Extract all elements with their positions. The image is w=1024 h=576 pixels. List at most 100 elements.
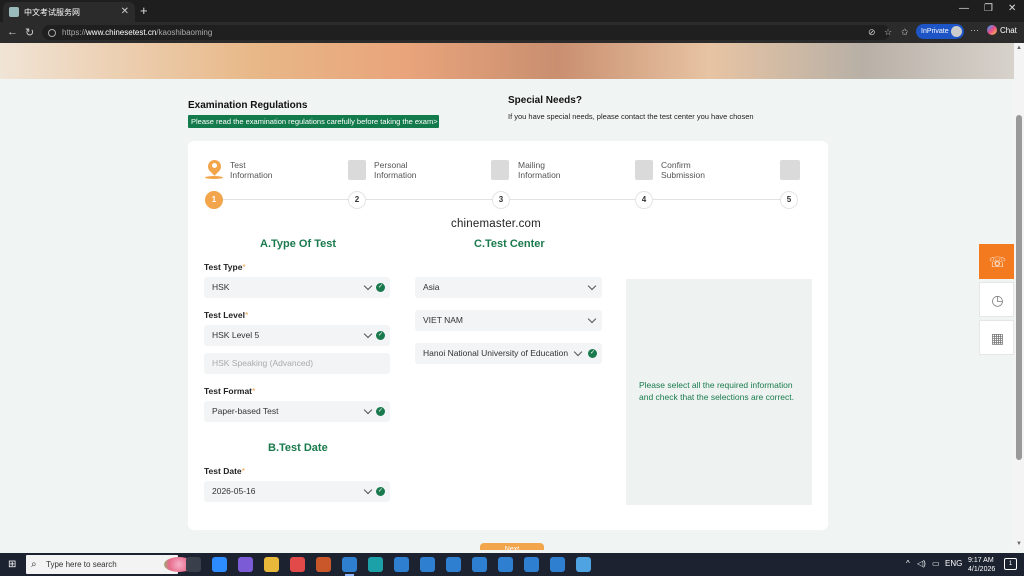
type-of-test-title: A.Type Of Test: [260, 238, 336, 250]
inprivate-badge[interactable]: InPrivate: [916, 24, 964, 39]
customer-service-button[interactable]: ☏: [979, 244, 1014, 279]
step-3-number[interactable]: 3: [492, 191, 510, 209]
monitor-check-icon: [780, 160, 800, 180]
new-tab-button[interactable]: +: [140, 3, 148, 18]
taskbar-search[interactable]: ⌕ Type here to search: [26, 555, 194, 574]
speaking-test-select: HSK Speaking (Advanced): [204, 353, 390, 374]
more-menu-icon[interactable]: ···: [970, 25, 979, 35]
copilot-icon: [987, 25, 997, 35]
taskbar-app-icon[interactable]: [498, 557, 513, 572]
url-host: www.chinesetest.cn: [86, 28, 157, 37]
test-format-label: Test Format*: [204, 386, 256, 396]
taskbar-app-icon[interactable]: [394, 557, 409, 572]
test-type-select[interactable]: HSK ✓: [204, 277, 390, 298]
check-icon: ✓: [376, 407, 385, 416]
chat-button[interactable]: Chat: [987, 25, 1017, 35]
url-scheme: https://: [62, 28, 87, 37]
test-center-select[interactable]: Hanoi National University of Education ✓: [415, 343, 602, 364]
location-pin-icon: [205, 157, 224, 180]
taskbar-app-icon[interactable]: [472, 557, 487, 572]
personal-form-icon: [348, 160, 366, 180]
chevron-down-icon: [363, 281, 373, 291]
taskbar-app-icon[interactable]: [524, 557, 539, 572]
windows-taskbar: ⊞ ⌕ Type here to search ^ ◁) ▭ ENG 9:17 …: [0, 553, 1024, 576]
chevron-down-icon: [587, 314, 597, 324]
favorite-star-icon[interactable]: ☆: [884, 27, 892, 38]
taskbar-app-icon[interactable]: [446, 557, 461, 572]
qr-code-button[interactable]: ▦: [979, 320, 1014, 355]
taskbar-app-icon[interactable]: [316, 557, 331, 572]
history-button[interactable]: ◷: [979, 282, 1014, 317]
test-center-title: C.Test Center: [474, 238, 545, 250]
scroll-down-icon[interactable]: ▼: [1016, 541, 1022, 547]
country-select[interactable]: VIET NAM: [415, 310, 602, 331]
browser-titlebar: 中文考试服务网 ✕ + — ❐ ✕: [0, 0, 1024, 22]
taskbar-app-icon[interactable]: [264, 557, 279, 572]
favorites-icon[interactable]: ✩: [901, 27, 909, 38]
test-level-select[interactable]: HSK Level 5 ✓: [204, 325, 390, 346]
scroll-up-icon[interactable]: ▲: [1016, 45, 1022, 51]
headset-icon: ☏: [988, 254, 1007, 270]
special-needs-title: Special Needs?: [508, 95, 582, 106]
tab-title: 中文考试服务网: [24, 7, 80, 17]
notification-badge[interactable]: 1: [1004, 558, 1017, 570]
step-1-number[interactable]: 1: [205, 191, 223, 209]
document-check-icon: [635, 160, 653, 180]
restore-button[interactable]: ❐: [984, 3, 993, 14]
step-5-number[interactable]: 5: [780, 191, 798, 209]
check-icon: ✓: [376, 331, 385, 340]
chat-label: Chat: [1000, 25, 1017, 35]
taskbar-app-icon[interactable]: [186, 557, 201, 572]
test-level-label: Test Level*: [204, 310, 249, 320]
scroll-thumb[interactable]: [1016, 115, 1022, 460]
chevron-down-icon: [587, 281, 597, 291]
tracking-icon[interactable]: ⊘: [868, 27, 876, 38]
network-icon[interactable]: ▭: [932, 559, 940, 568]
chevron-down-icon: [573, 347, 583, 357]
avatar: [951, 26, 962, 37]
windows-start-icon[interactable]: ⊞: [8, 559, 16, 570]
chevron-down-icon: [363, 405, 373, 415]
search-icon: ⌕: [31, 559, 37, 570]
check-icon: ✓: [376, 283, 385, 292]
taskbar-app-icon[interactable]: [212, 557, 227, 572]
taskbar-app-icon[interactable]: [550, 557, 565, 572]
browser-tab[interactable]: 中文考试服务网 ✕: [3, 2, 135, 22]
tray-chevron-icon[interactable]: ^: [906, 559, 910, 568]
step-2-label: Personal Information: [374, 160, 417, 180]
step-2-number[interactable]: 2: [348, 191, 366, 209]
test-format-select[interactable]: Paper-based Test ✓: [204, 401, 390, 422]
page-scrollbar[interactable]: ▲ ▼: [1014, 43, 1024, 550]
region-select[interactable]: Asia: [415, 277, 602, 298]
lock-icon: [48, 28, 56, 37]
speaker-icon[interactable]: ◁): [917, 559, 926, 568]
taskbar-app-icon[interactable]: [420, 557, 435, 572]
language-indicator[interactable]: ENG: [945, 559, 962, 568]
minimize-button[interactable]: —: [959, 3, 969, 14]
taskbar-app-icon[interactable]: [342, 557, 357, 576]
taskbar-app-icon[interactable]: [368, 557, 383, 572]
qr-code-icon: ▦: [990, 330, 1005, 346]
tab-close-icon[interactable]: ✕: [121, 6, 129, 17]
back-arrow-icon[interactable]: ←: [7, 26, 18, 38]
step-4-label: Confirm Submission: [661, 160, 705, 180]
next-button[interactable]: Next: [480, 543, 544, 550]
clock-icon: ◷: [991, 292, 1004, 308]
taskbar-app-icon[interactable]: [576, 557, 591, 572]
url-path: /kaoshibaoming: [156, 28, 213, 37]
taskbar-app-icon[interactable]: [290, 557, 305, 572]
regulations-link[interactable]: Please read the examination regulations …: [188, 115, 439, 128]
chevron-down-icon: [363, 485, 373, 495]
test-date-select[interactable]: 2026-05-16 ✓: [204, 481, 390, 502]
refresh-icon[interactable]: ↻: [25, 26, 34, 39]
address-bar[interactable]: https:// www.chinesetest.cn /kaoshibaomi…: [42, 25, 890, 40]
taskbar-clock[interactable]: 9:17 AM 4/1/2026: [968, 556, 995, 574]
step-3-label: Mailing Information: [518, 160, 561, 180]
watermark-text: chinemaster.com: [451, 218, 541, 230]
step-4-number[interactable]: 4: [635, 191, 653, 209]
close-window-button[interactable]: ✕: [1008, 3, 1016, 14]
taskbar-app-icon[interactable]: [238, 557, 253, 572]
check-icon: ✓: [376, 487, 385, 496]
step-1-label: Test Information: [230, 160, 273, 180]
chevron-down-icon: [363, 329, 373, 339]
